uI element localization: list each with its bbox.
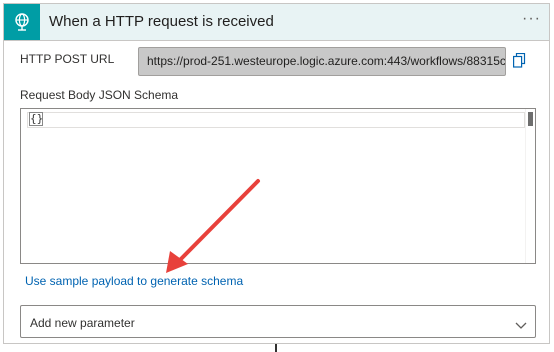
schema-code: {}: [30, 112, 44, 125]
http-trigger-card: When a HTTP request is received ··· HTTP…: [3, 3, 550, 344]
current-line-highlight: [27, 112, 525, 128]
add-parameter-dropdown[interactable]: Add new parameter: [20, 305, 536, 338]
editor-scroll-thumb[interactable]: [528, 112, 533, 126]
add-parameter-placeholder: Add new parameter: [30, 316, 135, 330]
editor-scrollbar[interactable]: [525, 109, 535, 263]
more-options-button[interactable]: ···: [522, 10, 541, 28]
chevron-down-icon: [515, 317, 527, 335]
http-post-url-label: HTTP POST URL: [20, 52, 115, 66]
schema-editor[interactable]: {}: [20, 108, 536, 264]
generate-schema-link[interactable]: Use sample payload to generate schema: [25, 274, 243, 288]
flow-connector: [275, 344, 277, 352]
trigger-title: When a HTTP request is received: [49, 13, 274, 30]
globe-request-icon: [4, 4, 40, 40]
card-header[interactable]: When a HTTP request is received ···: [4, 4, 549, 41]
http-post-url-field[interactable]: https://prod-251.westeurope.logic.azure.…: [138, 47, 506, 76]
schema-label: Request Body JSON Schema: [20, 88, 179, 102]
copy-icon[interactable]: [513, 52, 526, 73]
